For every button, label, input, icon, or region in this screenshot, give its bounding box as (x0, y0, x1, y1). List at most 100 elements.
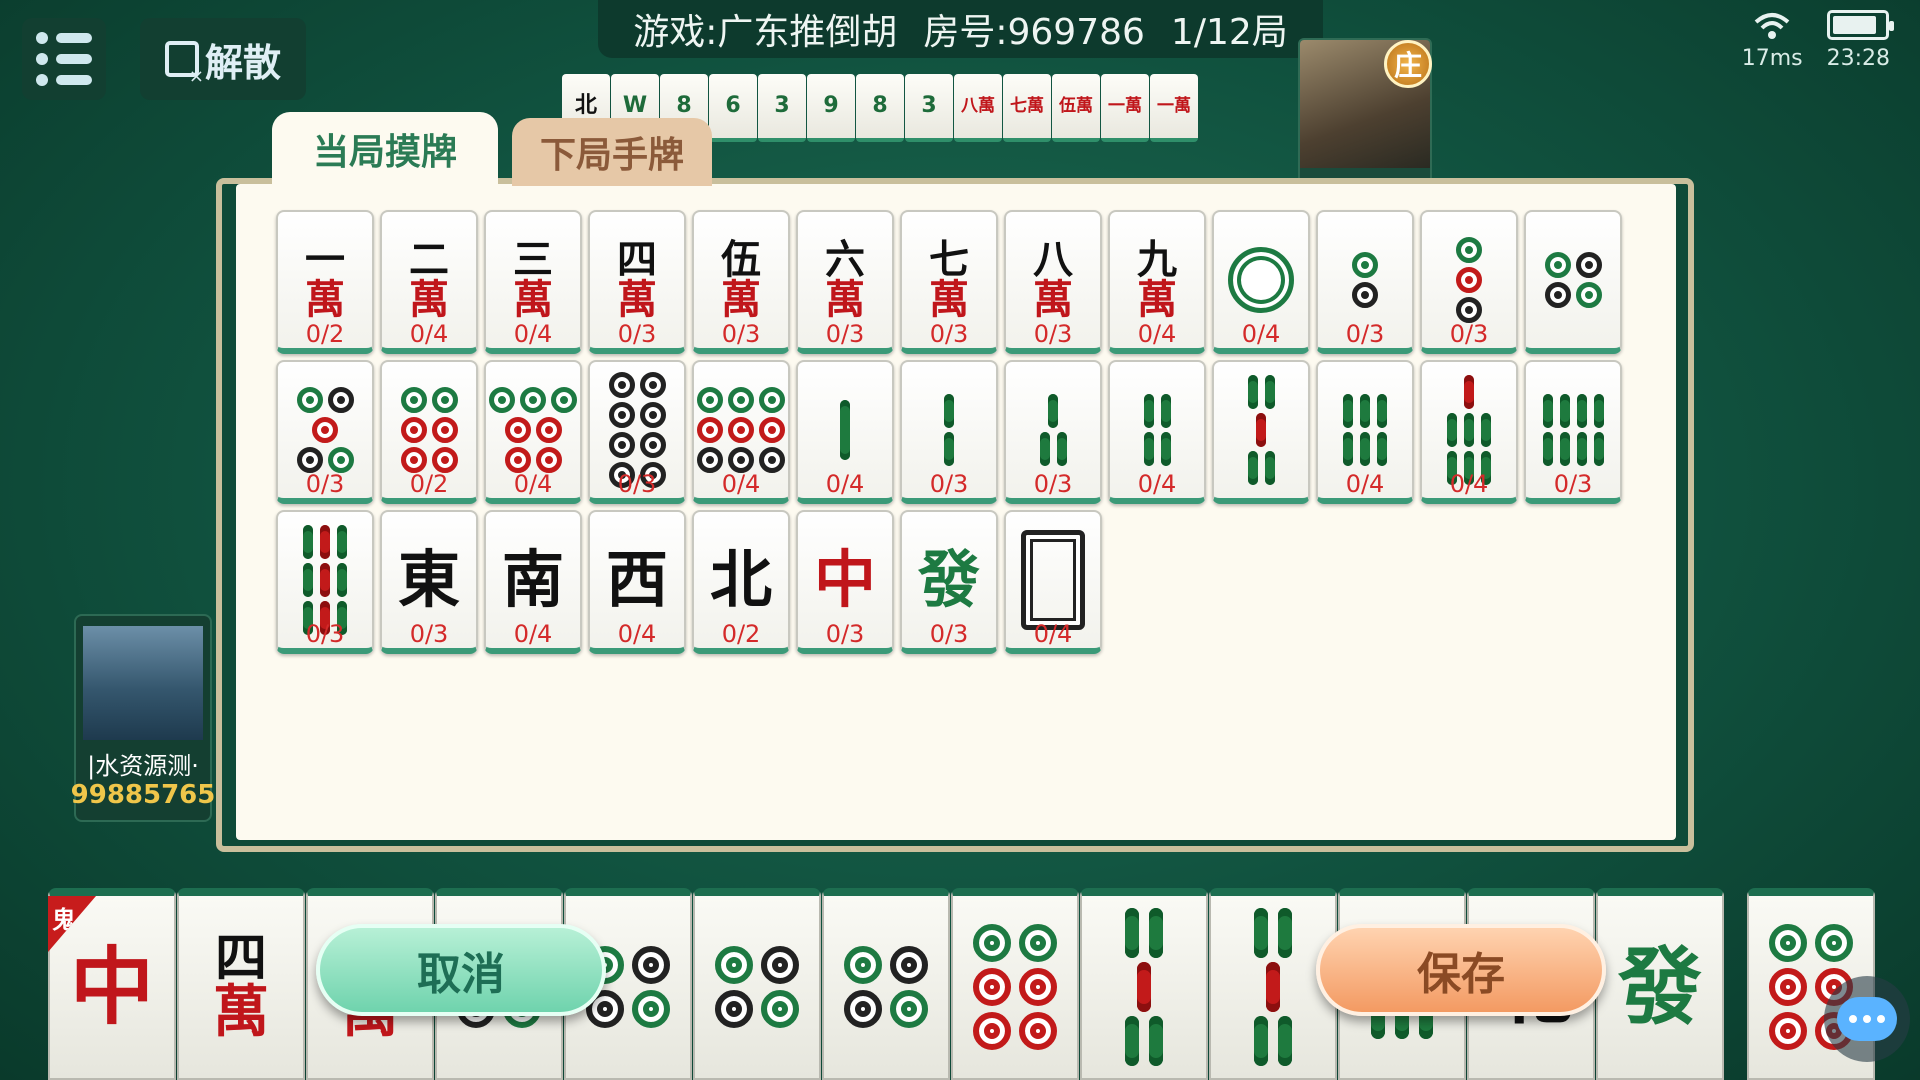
tile-option[interactable]: 0/3 (588, 360, 686, 504)
battery-icon (1827, 10, 1895, 40)
tile-option[interactable] (1524, 210, 1622, 354)
tile-remaining-count: 0/4 (825, 470, 865, 498)
tile-remaining-count: 0/3 (305, 470, 345, 498)
hand-tile[interactable] (1080, 888, 1208, 1080)
circle-pattern-icon (844, 946, 928, 1028)
bamboo-pattern-icon (1125, 908, 1163, 1066)
tile-remaining-count: 0/4 (513, 620, 553, 648)
circle-pattern-icon (1228, 247, 1294, 313)
tile-remaining-count: 0/4 (1137, 470, 1177, 498)
discard-tile: 七萬 (1003, 74, 1051, 142)
room-info-bar: 游戏:广东推倒胡 房号:969786 1/12局 (598, 0, 1323, 58)
tile-remaining-count: 0/3 (721, 320, 761, 348)
tile-option[interactable]: 0/2 (380, 360, 478, 504)
tile-remaining-count: 0/3 (617, 320, 657, 348)
dissolve-label: 解散 (204, 40, 281, 85)
tile-option[interactable]: 0/3 (1004, 360, 1102, 504)
tile-option[interactable]: 0/4 (1004, 510, 1102, 654)
tile-glyph: 萬 (513, 277, 553, 323)
tile-option[interactable]: 0/4 (484, 360, 582, 504)
tile-option[interactable]: 七萬 0/3 (900, 210, 998, 354)
tile-remaining-count: 0/4 (513, 320, 553, 348)
cancel-button[interactable]: 取消 (316, 924, 606, 1016)
tile-glyph: 發 (917, 543, 980, 616)
chat-button[interactable] (1824, 976, 1910, 1062)
tab-current-draw[interactable]: 当局摸牌 (272, 112, 498, 186)
tile-glyph: 九 (1137, 237, 1177, 283)
discard-tile: 一萬 (1150, 74, 1198, 142)
tile-option[interactable]: 0/4 (796, 360, 894, 504)
tile-remaining-count: 0/3 (929, 470, 969, 498)
discard-tile: 6 (709, 74, 757, 142)
tile-option[interactable]: 東 0/3 (380, 510, 478, 654)
tile-glyph: 四 (214, 929, 267, 989)
tile-remaining-count: 0/4 (513, 470, 553, 498)
tile-option[interactable]: 0/3 (276, 360, 374, 504)
tile-option[interactable]: 九萬 0/4 (1108, 210, 1206, 354)
tile-remaining-count: 0/4 (1033, 620, 1073, 648)
circle-pattern-icon (1352, 252, 1378, 308)
hand-tile[interactable]: 四萬 (177, 888, 305, 1080)
tile-option[interactable]: 二萬 0/4 (380, 210, 478, 354)
clock-label: 23:28 (1826, 46, 1890, 71)
bamboo-pattern-icon (1542, 394, 1604, 466)
tile-option[interactable]: 南 0/4 (484, 510, 582, 654)
hand-tile[interactable]: 發 (1596, 888, 1724, 1080)
circle-pattern-icon (715, 946, 799, 1028)
player-score: 99885765 (70, 780, 216, 810)
discard-tile: 8 (856, 74, 904, 142)
tile-option[interactable]: 0/4 (692, 360, 790, 504)
tab-next-hand[interactable]: 下局手牌 (512, 118, 712, 186)
white-dragon-icon (1021, 530, 1085, 630)
bamboo-pattern-icon (1343, 394, 1387, 466)
hand-tile[interactable] (951, 888, 1079, 1080)
tile-option[interactable]: 0/4 (1420, 360, 1518, 504)
bamboo-pattern-icon (944, 394, 954, 466)
tile-option[interactable] (1212, 360, 1310, 504)
tile-option[interactable]: 四萬 0/3 (588, 210, 686, 354)
hand-tile[interactable] (693, 888, 821, 1080)
tile-remaining-count: 0/2 (721, 620, 761, 648)
tile-option[interactable]: 八萬 0/3 (1004, 210, 1102, 354)
tile-remaining-count: 0/3 (1449, 320, 1489, 348)
tile-option[interactable]: 0/4 (1108, 360, 1206, 504)
tile-remaining-count: 0/3 (409, 620, 449, 648)
tile-remaining-count: 0/4 (1137, 320, 1177, 348)
circle-pattern-icon (973, 924, 1057, 1050)
bamboo-pattern-icon (1254, 908, 1292, 1066)
tile-option[interactable]: 西 0/4 (588, 510, 686, 654)
tile-option[interactable]: 發 0/3 (900, 510, 998, 654)
circle-pattern-icon (400, 387, 458, 473)
left-player-card[interactable]: |水资源测· 99885765 (71, 614, 215, 822)
tile-option[interactable]: 0/3 (1316, 210, 1414, 354)
tile-option[interactable]: 0/3 (1420, 210, 1518, 354)
tile-option[interactable]: 中 0/3 (796, 510, 894, 654)
tile-glyph: 伍 (721, 237, 761, 283)
tile-glyph: 三 (513, 237, 553, 283)
tile-option[interactable]: 0/4 (1316, 360, 1414, 504)
tile-option[interactable]: 0/3 (1524, 360, 1622, 504)
circle-pattern-icon (296, 387, 354, 473)
hand-tile[interactable] (822, 888, 950, 1080)
room-number: 房号:969786 (923, 12, 1145, 53)
tile-glyph: 北 (709, 543, 772, 616)
tile-glyph: 萬 (213, 980, 269, 1045)
save-button[interactable]: 保存 (1316, 924, 1606, 1016)
tile-glyph: 七 (929, 237, 969, 283)
tile-option[interactable]: 三萬 0/4 (484, 210, 582, 354)
dissolve-button[interactable]: 解散 (140, 18, 306, 100)
tile-glyph: 八 (1033, 237, 1073, 283)
tile-option[interactable]: 0/4 (1212, 210, 1310, 354)
tile-option[interactable]: 北 0/2 (692, 510, 790, 654)
tile-remaining-count: 0/3 (305, 620, 345, 648)
tile-option[interactable]: 0/3 (276, 510, 374, 654)
menu-button[interactable] (22, 18, 106, 100)
tile-option[interactable]: 伍萬 0/3 (692, 210, 790, 354)
tile-option[interactable]: 一萬 0/2 (276, 210, 374, 354)
discard-tile: 一萬 (1101, 74, 1149, 142)
tile-glyph: 中 (813, 543, 876, 616)
tile-option[interactable]: 六萬 0/3 (796, 210, 894, 354)
discard-tile: 八萬 (954, 74, 1002, 142)
tile-option[interactable]: 0/3 (900, 360, 998, 504)
tile-glyph: 六 (825, 237, 865, 283)
